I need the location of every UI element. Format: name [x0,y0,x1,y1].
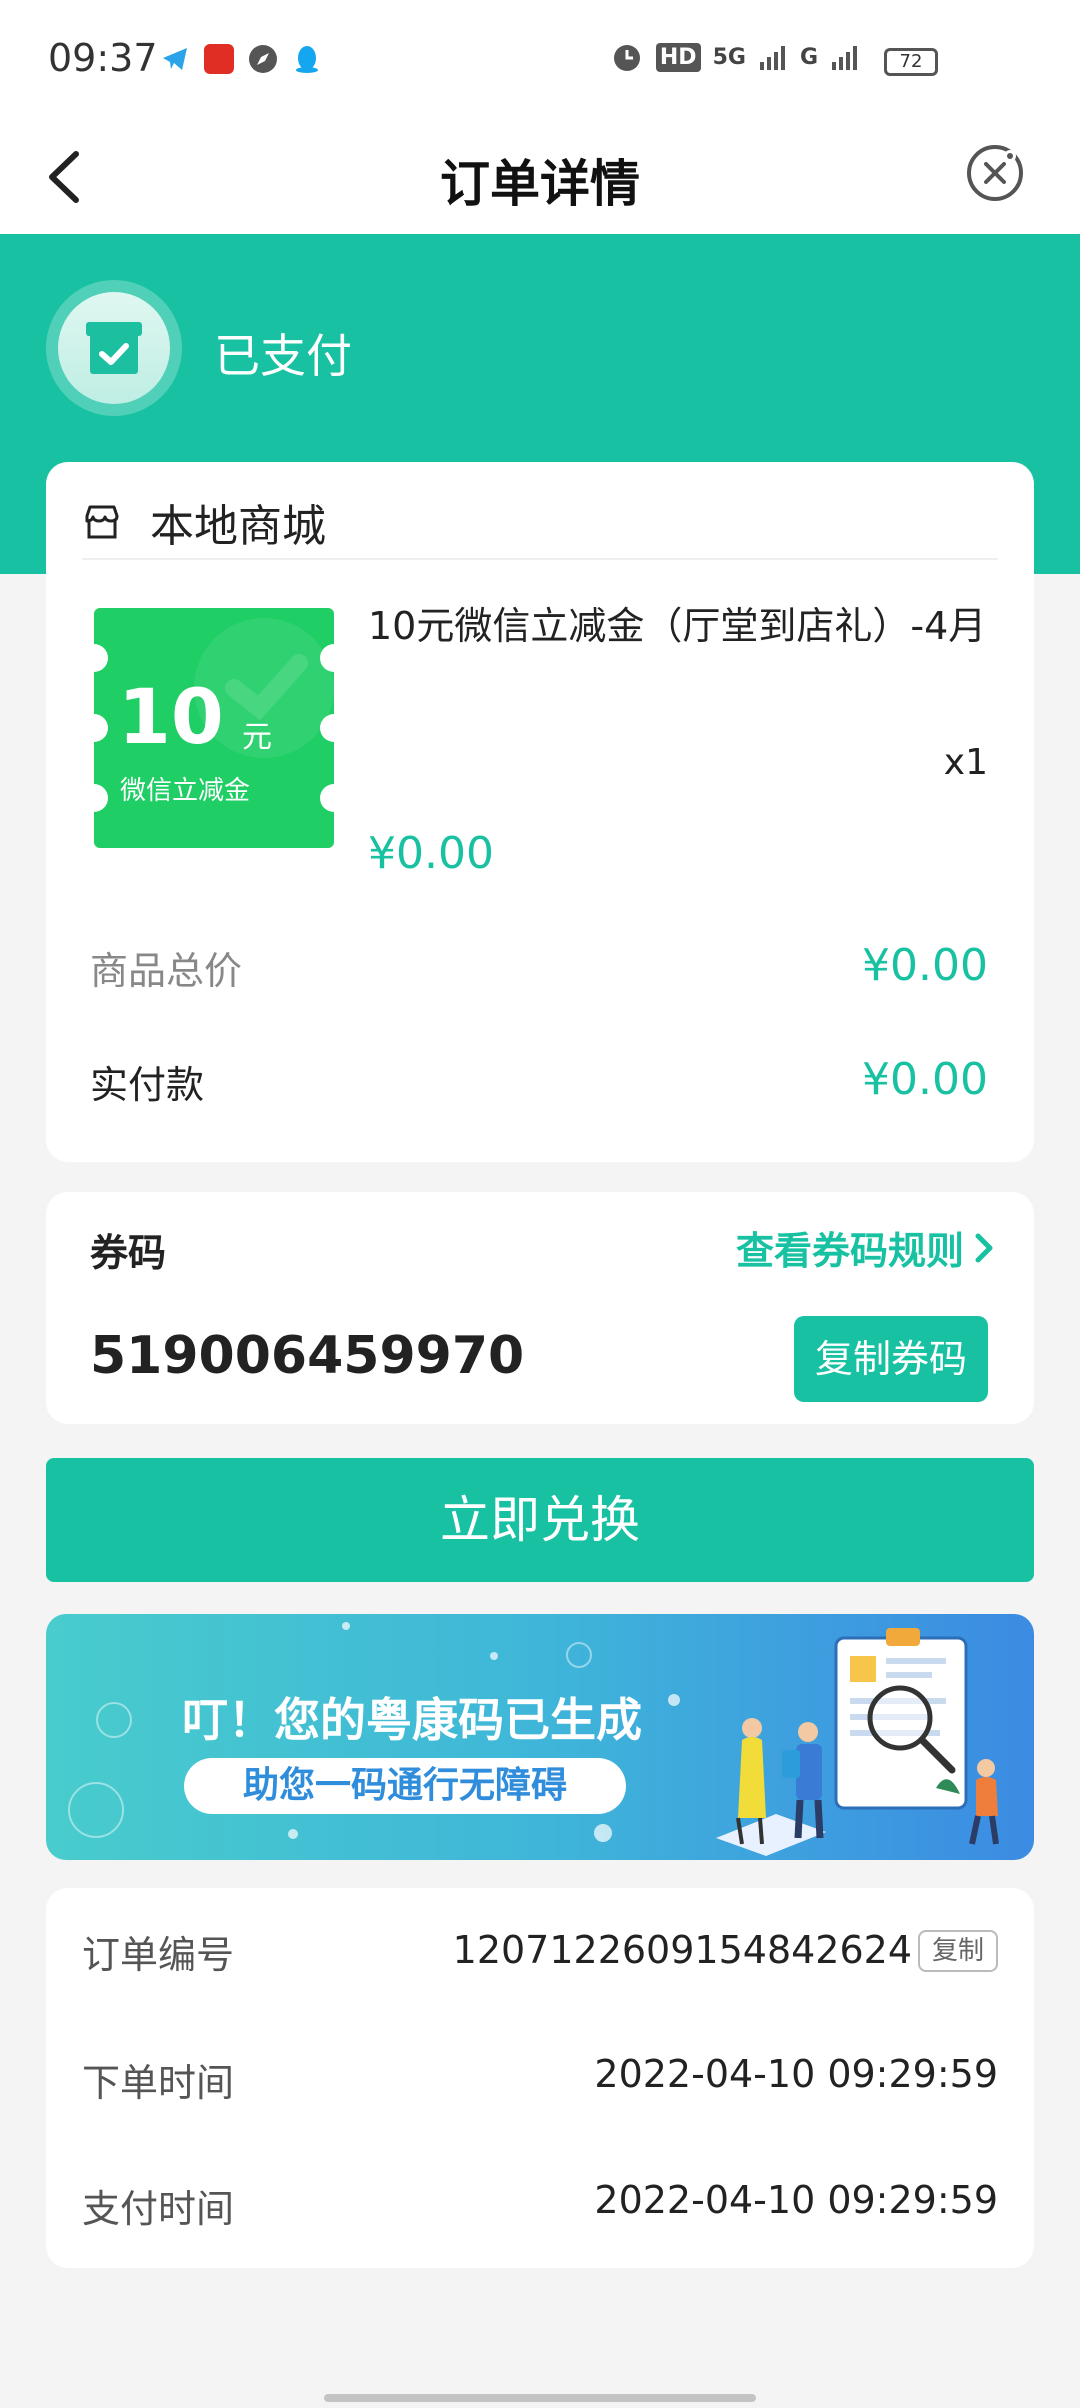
banner-bubble [68,1782,124,1838]
status-icon-wrapper [46,280,182,416]
banner-dot [668,1694,680,1706]
order-number-value: 1207122609154842624 [452,1928,912,1972]
product-price: ¥0.00 [368,828,494,879]
product-name[interactable]: 10元微信立减金（厅堂到店礼）-4月 [368,598,1008,654]
order-info-card: 订单编号 1207122609154842624 复制 下单时间 2022-04… [46,1888,1034,2268]
status-bar: 09:37 HD 5G G 72 [0,0,1080,120]
order-number-label: 订单编号 [82,1933,235,1977]
battery-icon: 72 [884,48,938,76]
banner-bubble [96,1702,132,1738]
status-indicators: HD 5G G [610,40,860,74]
health-code-banner[interactable]: 叮！您的粤康码已生成 助您一码通行无障碍 [46,1614,1034,1860]
5g-indicator: 5G [712,44,746,70]
box-check-icon [86,322,142,374]
order-time-label: 下单时间 [82,2061,235,2105]
redeem-now-button[interactable]: 立即兑换 [46,1458,1034,1582]
store-icon [85,505,119,539]
product-image[interactable]: 10 元 微信立减金 [94,608,334,848]
banner-dot [288,1829,298,1839]
voucher-caption: 微信立减金 [120,776,251,806]
total-price-label: 商品总价 [90,949,243,993]
product-quantity: x1 [943,742,988,783]
pay-time-label: 支付时间 [82,2187,235,2231]
hd-indicator: HD [655,42,701,72]
total-price-value: ¥0.00 [862,940,988,991]
compass-icon [249,45,277,73]
paid-amount-value: ¥0.00 [862,1054,988,1105]
qq-icon [296,46,318,73]
signal-icon [759,46,785,70]
banner-bubble [566,1642,592,1668]
signal-icon-2 [832,46,857,70]
status-app-icons [160,44,322,74]
shop-header[interactable]: 本地商城 [82,482,326,562]
pay-time-value: 2022-04-10 09:29:59 [594,2178,998,2222]
home-indicator[interactable] [324,2394,756,2402]
banner-dot [490,1652,498,1660]
coupon-rules-text: 查看券码规则 [735,1229,964,1273]
voucher-unit: 元 [242,720,272,755]
order-status-text: 已支付 [214,329,352,383]
g-indicator: G [799,44,818,70]
pinduoduo-icon [204,44,234,74]
banner-subtitle: 助您一码通行无障碍 [184,1758,626,1814]
order-time-value: 2022-04-10 09:29:59 [594,2052,998,2096]
close-circle-icon[interactable] [964,142,1026,204]
copy-coupon-code-button[interactable]: 复制券码 [794,1316,988,1402]
banner-dot [594,1824,612,1842]
banner-title: 叮！您的粤康码已生成 [182,1693,642,1747]
status-icon-background [58,292,170,404]
telegram-icon [163,48,187,70]
chevron-right-icon [975,1233,993,1262]
copy-order-number-button[interactable]: 复制 [918,1930,998,1972]
alarm-icon [613,45,640,71]
voucher-amount: 10 [118,672,224,761]
document-magnifier-illustration [716,1628,999,1856]
coupon-code-value: 519006459970 [90,1326,525,1386]
coupon-code-label: 券码 [90,1231,167,1275]
shop-name: 本地商城 [150,501,326,552]
paid-amount-label: 实付款 [90,1063,205,1107]
page-title: 订单详情 [440,155,640,213]
status-time: 09:37 [48,36,158,80]
coupon-rules-link[interactable]: 查看券码规则 [736,1220,996,1275]
nav-bar: 订单详情 [0,120,1080,234]
coupon-code-card: 券码 查看券码规则 519006459970 复制券码 [46,1192,1034,1424]
divider [82,558,998,560]
order-product-card: 本地商城 10 元 微信立减金 10元微信立减金（厅堂到店礼）-4月 x1 ¥0… [46,462,1034,1162]
banner-dot [342,1622,350,1630]
